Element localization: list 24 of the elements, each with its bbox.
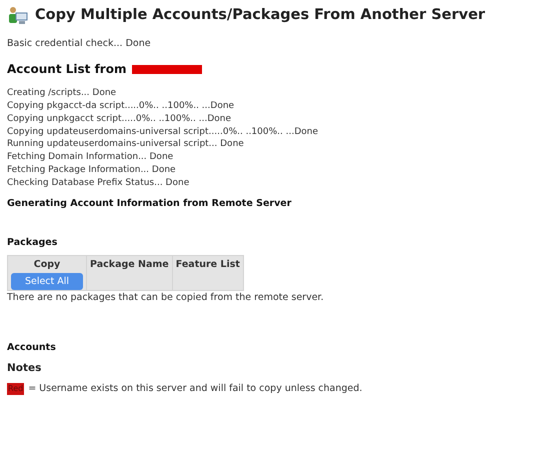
redaction-bar: [132, 64, 202, 74]
column-title: Copy: [34, 258, 60, 272]
users-icon: [7, 5, 29, 27]
log-line: Copying unpkgacct script.....0%.. ..100%.. ...Done: [7, 112, 232, 126]
generating-heading: Generating Account Information from Remote Server: [7, 196, 292, 211]
log-line: Copying updateuserdomains-universal script.....0%.. ..100%.. ...Done: [7, 126, 320, 138]
page-title: Copy Multiple Accounts/Packages From Another Server: [35, 6, 486, 26]
account-list-heading: Account List from: [7, 61, 126, 78]
column-title: Package Name: [90, 259, 169, 270]
select-all-button[interactable]: Select All: [11, 273, 83, 290]
packages-heading: Packages: [7, 236, 58, 250]
log-line: Copying pkgacct-da script.....0%.. ..100%.. ...Done: [7, 100, 236, 113]
legend-swatch: Red: [7, 382, 24, 395]
log-line: Creating /scripts... Done: [7, 87, 118, 100]
empty-message: There are no packages that can be copied from the remote server.: [7, 291, 325, 306]
credential-status: Basic credential check... Done: [7, 37, 152, 51]
notes-heading: Notes: [7, 360, 42, 376]
column-title: Feature List: [176, 259, 240, 270]
accounts-heading: Accounts: [7, 340, 57, 355]
log-line: Fetching Package Information... Done: [7, 164, 177, 177]
legend-text: = Username exists on this server and will fail to copy unless changed.: [28, 382, 362, 396]
log-line: Running updateuserdomains-universal script... Done: [7, 138, 245, 152]
log-line: Fetching Domain Information... Done: [7, 151, 174, 164]
log-line: Checking Database Prefix Status... Done: [7, 176, 190, 190]
